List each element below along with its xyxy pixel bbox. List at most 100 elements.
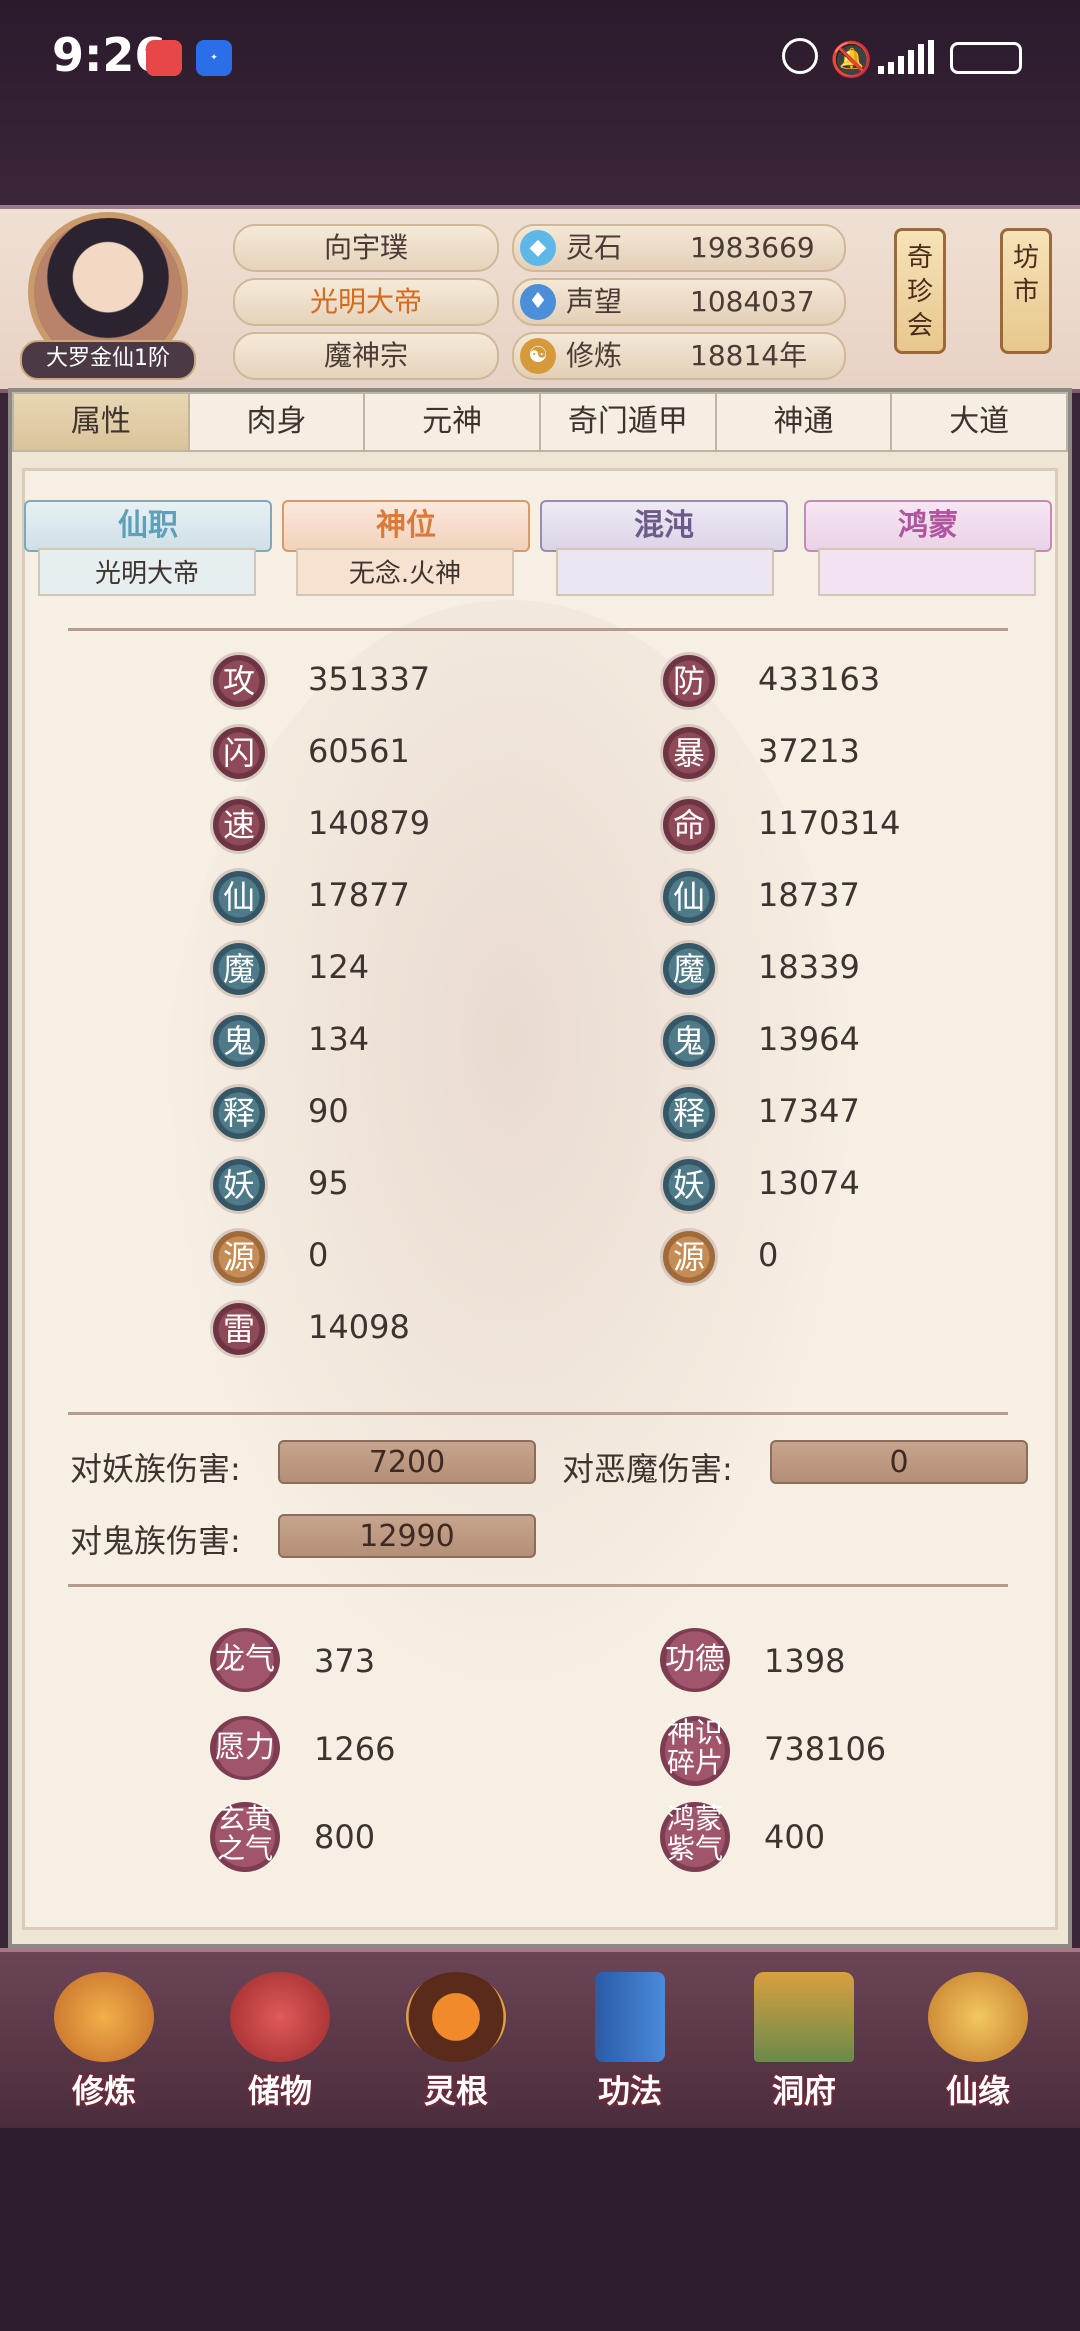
spirit-root-icon [406, 1972, 506, 2062]
right-stat-value: 13074 [758, 1164, 860, 1202]
left-stat-value: 90 [308, 1092, 349, 1130]
nav-fate[interactable]: 仙缘 [908, 1972, 1048, 2112]
divider [68, 1412, 1008, 1415]
right-stat-value: 0 [758, 1236, 779, 1274]
left-stat-value: 60561 [308, 732, 410, 770]
spirit-stone-icon: ◆ [520, 230, 556, 266]
right-stat-icon: 鬼 [660, 1012, 718, 1070]
right-stat-value: 1170314 [758, 804, 901, 842]
battery-icon [950, 42, 1022, 74]
resource-label: 声望 [566, 285, 623, 318]
right-stat-value: 433163 [758, 660, 881, 698]
hongmeng-qi-icon: 鸿蒙紫气 [660, 1802, 730, 1872]
dragon-qi-value: 373 [314, 1642, 376, 1680]
bulb-app-icon: ✦ [196, 40, 232, 76]
damage-label-evil-demon: 对恶魔伤害: [562, 1450, 733, 1488]
nav-techniques[interactable]: 功法 [560, 1972, 700, 2112]
tab-bar: 属性 肉身 元神 奇门遁甲 神通 大道 [12, 392, 1069, 452]
notification-app-icon [146, 40, 182, 76]
left-stat-value: 351337 [308, 660, 431, 698]
soul-shard-value: 738106 [764, 1730, 887, 1768]
right-stat-icon: 仙 [660, 868, 718, 926]
left-stat-icon: 妖 [210, 1156, 268, 1214]
resource-label: 修炼 [566, 339, 623, 372]
mute-icon: 🔕 [830, 40, 873, 80]
left-stat-icon: 攻 [210, 652, 268, 710]
palace-icon [754, 1972, 854, 2062]
right-stat-icon: 命 [660, 796, 718, 854]
left-stat-icon: 源 [210, 1228, 268, 1286]
player-name: 向宇璞 [233, 224, 499, 272]
resource-cultivation: ☯ 修炼 18814年 [512, 332, 846, 380]
resource-spirit-stone: ◆ 灵石 1983669 [512, 224, 846, 272]
left-stat-value: 14098 [308, 1308, 410, 1346]
nav-cultivate[interactable]: 修炼 [34, 1972, 174, 2112]
damage-value-ghost-race: 12990 [278, 1514, 536, 1558]
resource-value: 1983669 [690, 231, 815, 264]
nav-label: 灵根 [423, 2072, 488, 2110]
left-stat-icon: 仙 [210, 868, 268, 926]
market-button[interactable]: 坊市 [1000, 228, 1052, 354]
left-stat-value: 140879 [308, 804, 431, 842]
chaos-value [556, 548, 774, 596]
merit-icon: 功德 [660, 1628, 730, 1692]
ribbon-chaos[interactable]: 混沌 [540, 500, 788, 552]
dragon-qi-icon: 龙气 [210, 1628, 280, 1692]
left-stat-value: 17877 [308, 876, 410, 914]
bag-icon [230, 1972, 330, 2062]
right-stat-value: 17347 [758, 1092, 860, 1130]
right-stat-value: 18339 [758, 948, 860, 986]
nav-cave[interactable]: 洞府 [734, 1972, 874, 2112]
cultivation-icon: ☯ [520, 338, 556, 374]
left-stat-icon: 鬼 [210, 1012, 268, 1070]
footer-background [0, 2128, 1080, 2331]
treasure-auction-button[interactable]: 奇珍会 [894, 228, 946, 354]
right-stat-icon: 释 [660, 1084, 718, 1142]
willpower-value: 1266 [314, 1730, 396, 1768]
tab-divine-power[interactable]: 神通 [716, 392, 893, 452]
resource-value: 18814年 [690, 339, 808, 372]
nav-label: 修炼 [71, 2072, 136, 2110]
nav-spirit-root[interactable]: 灵根 [386, 1972, 526, 2112]
alarm-icon [782, 38, 818, 74]
tab-spirit[interactable]: 元神 [365, 392, 542, 452]
cultivator-icon [54, 1972, 154, 2062]
nav-label: 仙缘 [945, 2072, 1010, 2110]
left-stat-value: 124 [308, 948, 370, 986]
nav-storage[interactable]: 储物 [210, 1972, 350, 2112]
tab-body[interactable]: 肉身 [189, 392, 366, 452]
player-title: 光明大帝 [233, 278, 499, 326]
tab-attributes[interactable]: 属性 [12, 392, 190, 452]
tab-qimen[interactable]: 奇门遁甲 [541, 392, 717, 452]
rank-badge: 大罗金仙1阶 [20, 340, 196, 380]
damage-label-ghost-race: 对鬼族伤害: [70, 1522, 241, 1560]
right-stat-icon: 魔 [660, 940, 718, 998]
resource-value: 1084037 [690, 285, 815, 318]
ribbon-hongmeng[interactable]: 鸿蒙 [804, 500, 1052, 552]
side-button-label: 奇珍会 [906, 243, 933, 341]
left-stat-icon: 魔 [210, 940, 268, 998]
gourd-icon [928, 1972, 1028, 2062]
signal-icon [878, 40, 938, 74]
ribbon-divine-rank[interactable]: 神位 [282, 500, 530, 552]
damage-value-demon-race: 7200 [278, 1440, 536, 1484]
right-stat-value: 13964 [758, 1020, 860, 1058]
divider [68, 628, 1008, 631]
nav-label: 功法 [597, 2072, 662, 2110]
tab-dao[interactable]: 大道 [892, 392, 1069, 452]
ribbon-immortal-post[interactable]: 仙职 [24, 500, 272, 552]
left-stat-icon: 释 [210, 1084, 268, 1142]
divine-rank-value: 无念.火神 [296, 548, 514, 596]
willpower-icon: 愿力 [210, 1716, 280, 1780]
merit-value: 1398 [764, 1642, 846, 1680]
divider [68, 1584, 1008, 1587]
player-sect: 魔神宗 [233, 332, 499, 380]
immortal-post-value: 光明大帝 [38, 548, 256, 596]
prestige-icon: ♦ [520, 284, 556, 320]
right-stat-value: 37213 [758, 732, 860, 770]
resource-label: 灵石 [566, 231, 623, 264]
left-stat-icon: 速 [210, 796, 268, 854]
resource-prestige: ♦ 声望 1084037 [512, 278, 846, 326]
left-stat-icon: 雷 [210, 1300, 268, 1358]
left-stat-value: 0 [308, 1236, 329, 1274]
